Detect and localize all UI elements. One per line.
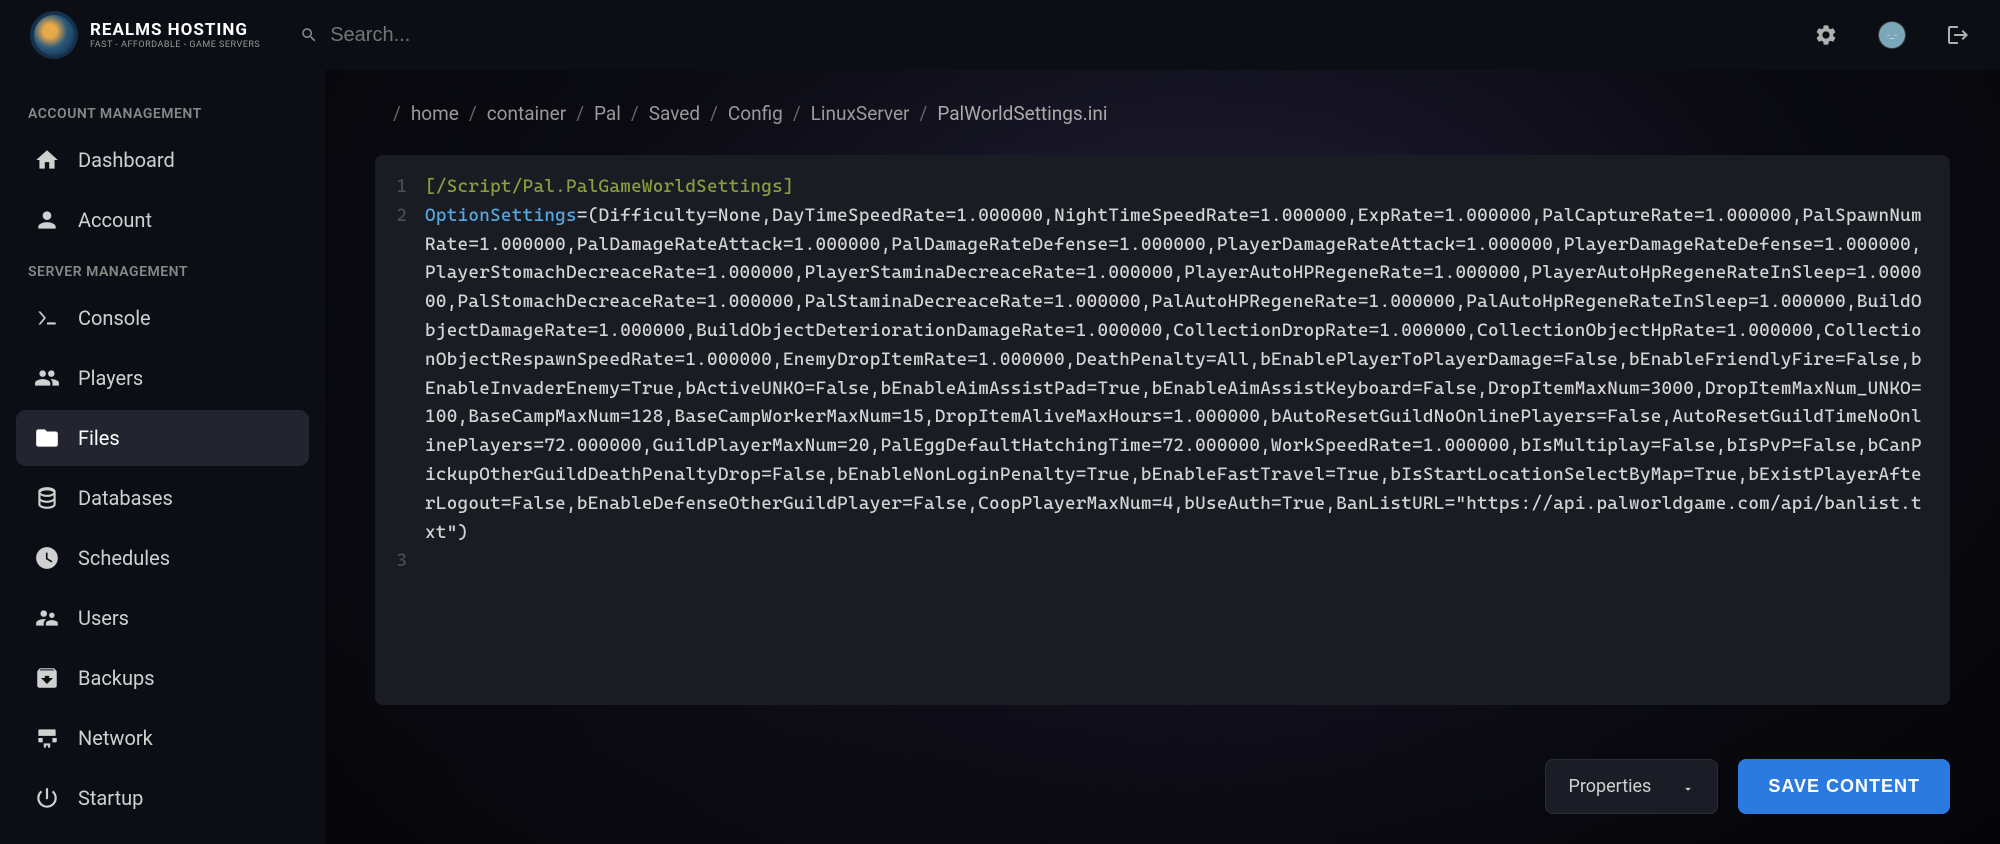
sidebar-item-label: Console — [78, 306, 151, 330]
chevron-down-icon — [1681, 780, 1695, 794]
sidebar-item-account[interactable]: Account — [16, 192, 309, 248]
sidebar-item-label: Files — [78, 426, 120, 450]
sidebar-item-schedules[interactable]: Schedules — [16, 530, 309, 586]
users-icon — [34, 367, 60, 389]
logo-subtitle: FAST - AFFORDABLE - GAME SERVERS — [90, 40, 260, 50]
line-number: 3 — [395, 547, 425, 576]
folder-icon — [34, 427, 60, 449]
code-editor[interactable]: 1 [/Script/Pal.PalGameWorldSettings] 2 O… — [375, 155, 1950, 705]
code-line-2: OptionSettings=(Difficulty=None,DayTimeS… — [425, 202, 1930, 548]
database-icon — [34, 487, 60, 509]
network-icon — [34, 727, 60, 749]
breadcrumb: / home / container / Pal / Saved / Confi… — [325, 70, 2000, 145]
sidebar-item-console[interactable]: Console — [16, 290, 309, 346]
sidebar-item-label: Users — [78, 606, 129, 630]
breadcrumb-sep: / — [710, 102, 718, 125]
main-content: / home / container / Pal / Saved / Confi… — [325, 70, 2000, 844]
breadcrumb-sep: / — [631, 102, 639, 125]
power-icon — [34, 787, 60, 809]
breadcrumb-sep: / — [469, 102, 477, 125]
code-line-1: [/Script/Pal.PalGameWorldSettings] — [425, 176, 794, 197]
user-icon — [34, 209, 60, 231]
terminal-icon — [34, 307, 60, 329]
logo-title: REALMS HOSTING — [90, 20, 260, 40]
breadcrumb-sep: / — [576, 102, 584, 125]
dropdown-label: Properties — [1568, 776, 1651, 797]
breadcrumb-item[interactable]: Saved — [649, 102, 700, 125]
breadcrumb-current: PalWorldSettings.ini — [937, 102, 1107, 125]
settings-icon[interactable] — [1814, 23, 1838, 47]
logo-icon — [30, 11, 78, 59]
save-content-button[interactable]: SAVE CONTENT — [1738, 759, 1950, 814]
home-icon — [34, 149, 60, 171]
sidebar-item-files[interactable]: Files — [16, 410, 309, 466]
avatar[interactable]: -_- — [1878, 21, 1906, 49]
sidebar-item-players[interactable]: Players — [16, 350, 309, 406]
logo[interactable]: REALMS HOSTING FAST - AFFORDABLE - GAME … — [30, 11, 260, 59]
sidebar-item-databases[interactable]: Databases — [16, 470, 309, 526]
sidebar-item-label: Players — [78, 366, 143, 390]
breadcrumb-sep: / — [793, 102, 801, 125]
breadcrumb-item[interactable]: Pal — [594, 102, 621, 125]
section-account-label: ACCOUNT MANAGEMENT — [16, 96, 309, 132]
sidebar: ACCOUNT MANAGEMENT Dashboard Account SER… — [0, 70, 325, 844]
file-type-dropdown[interactable]: Properties — [1545, 759, 1718, 814]
sidebar-item-network[interactable]: Network — [16, 710, 309, 766]
search-input[interactable] — [330, 24, 630, 47]
breadcrumb-item[interactable]: LinuxServer — [811, 102, 910, 125]
line-number: 2 — [395, 202, 425, 548]
sidebar-item-backups[interactable]: Backups — [16, 650, 309, 706]
sidebar-item-label: Databases — [78, 486, 173, 510]
breadcrumb-item[interactable]: container — [487, 102, 566, 125]
breadcrumb-sep: / — [919, 102, 927, 125]
line-number: 1 — [395, 173, 425, 202]
sidebar-item-label: Network — [78, 726, 153, 750]
sidebar-item-users[interactable]: Users — [16, 590, 309, 646]
sidebar-item-label: Schedules — [78, 546, 170, 570]
sidebar-item-label: Startup — [78, 786, 143, 810]
section-server-label: SERVER MANAGEMENT — [16, 254, 309, 290]
breadcrumb-item[interactable]: Config — [728, 102, 783, 125]
sidebar-item-startup[interactable]: Startup — [16, 770, 309, 826]
sidebar-item-label: Account — [78, 208, 152, 232]
breadcrumb-sep: / — [393, 102, 401, 125]
clock-icon — [34, 547, 60, 569]
archive-icon — [34, 667, 60, 689]
logout-icon[interactable] — [1946, 23, 1970, 47]
sidebar-item-label: Backups — [78, 666, 155, 690]
sidebar-item-dashboard[interactable]: Dashboard — [16, 132, 309, 188]
search-icon — [300, 26, 318, 44]
breadcrumb-item[interactable]: home — [411, 102, 459, 125]
sidebar-item-label: Dashboard — [78, 148, 175, 172]
code-line-3 — [425, 547, 1930, 576]
search-container — [300, 24, 1814, 47]
users-cog-icon — [34, 607, 60, 629]
